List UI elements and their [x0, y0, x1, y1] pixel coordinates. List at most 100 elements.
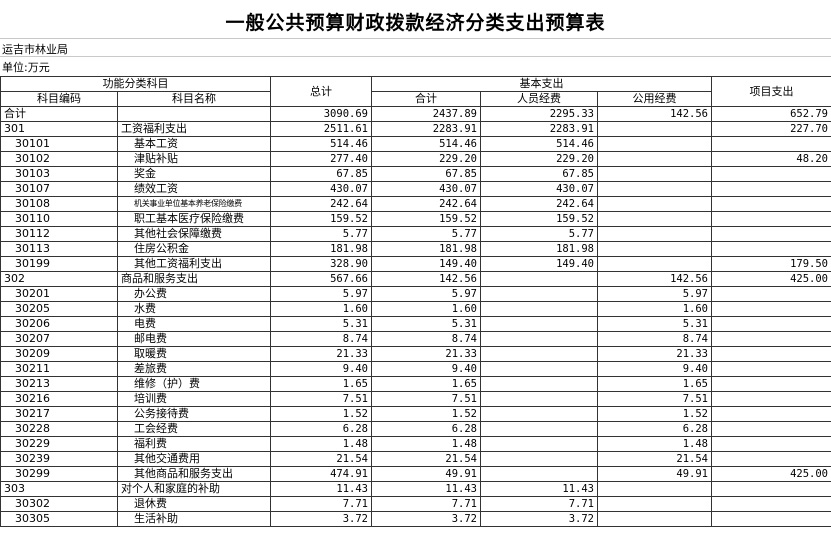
name-cell: 福利费: [117, 436, 271, 452]
table-row: 30299 其他商品和服务支出 474.91 49.91 49.91 425.00: [0, 466, 831, 482]
personnel-cell: 2295.33: [480, 106, 598, 122]
subtotal-cell: 21.33: [371, 346, 481, 362]
name-cell: 津贴补贴: [117, 151, 271, 167]
total-cell: 21.33: [270, 346, 372, 362]
public-cell: [597, 166, 712, 182]
public-cell: 1.52: [597, 406, 712, 422]
project-cell: [711, 331, 831, 347]
total-cell: 67.85: [270, 166, 372, 182]
public-cell: 142.56: [597, 271, 712, 287]
code-cell: 301: [0, 121, 118, 137]
code-cell: 30228: [0, 421, 118, 437]
total-cell: 474.91: [270, 466, 372, 482]
public-cell: 5.97: [597, 286, 712, 302]
table-row: 30205 水费 1.60 1.60 1.60: [0, 301, 831, 317]
project-cell: [711, 316, 831, 332]
project-cell: [711, 241, 831, 257]
table-row: 30228 工会经费 6.28 6.28 6.28: [0, 421, 831, 437]
public-cell: [597, 121, 712, 137]
total-cell: 277.40: [270, 151, 372, 167]
personnel-cell: 67.85: [480, 166, 598, 182]
code-cell: 30217: [0, 406, 118, 422]
public-cell: 21.33: [597, 346, 712, 362]
code-cell: 30213: [0, 376, 118, 392]
project-cell: [711, 136, 831, 152]
public-cell: [597, 196, 712, 212]
subtotal-cell: 8.74: [371, 331, 481, 347]
subtotal-cell: 514.46: [371, 136, 481, 152]
subtotal-cell: 49.91: [371, 466, 481, 482]
subtotal-cell: 67.85: [371, 166, 481, 182]
table-row: 30239 其他交通费用 21.54 21.54 21.54: [0, 451, 831, 467]
name-cell: 其他商品和服务支出: [117, 466, 271, 482]
name-cell: 职工基本医疗保险缴费: [117, 211, 271, 227]
code-cell: 303: [0, 481, 118, 497]
name-cell: 基本工资: [117, 136, 271, 152]
total-cell: 430.07: [270, 181, 372, 197]
code-cell: 30239: [0, 451, 118, 467]
code-cell: 30206: [0, 316, 118, 332]
public-cell: [597, 481, 712, 497]
code-cell: 30113: [0, 241, 118, 257]
total-cell: 3090.69: [270, 106, 372, 122]
code-cell: 30103: [0, 166, 118, 182]
project-cell: 425.00: [711, 271, 831, 287]
total-cell: 5.77: [270, 226, 372, 242]
subtotal-cell: 7.71: [371, 496, 481, 512]
table-row: 30101 基本工资 514.46 514.46 514.46: [0, 136, 831, 152]
code-cell: 30205: [0, 301, 118, 317]
project-cell: [711, 301, 831, 317]
personnel-cell: [480, 391, 598, 407]
personnel-cell: 430.07: [480, 181, 598, 197]
table-row: 30207 邮电费 8.74 8.74 8.74: [0, 331, 831, 347]
subtotal-cell: 142.56: [371, 271, 481, 287]
project-cell: [711, 211, 831, 227]
name-cell: 邮电费: [117, 331, 271, 347]
total-cell: 11.43: [270, 481, 372, 497]
subtotal-cell: 6.28: [371, 421, 481, 437]
table-row: 30110 职工基本医疗保险缴费 159.52 159.52 159.52: [0, 211, 831, 227]
personnel-cell: 7.71: [480, 496, 598, 512]
project-cell: 425.00: [711, 466, 831, 482]
total-cell: 8.74: [270, 331, 372, 347]
subtotal-cell: 1.52: [371, 406, 481, 422]
code-cell: 30216: [0, 391, 118, 407]
name-cell: 取暖费: [117, 346, 271, 362]
code-cell: 30112: [0, 226, 118, 242]
personnel-cell: 2283.91: [480, 121, 598, 137]
code-cell: 合计: [0, 106, 118, 122]
total-cell: 5.31: [270, 316, 372, 332]
personnel-cell: [480, 316, 598, 332]
name-cell: 公务接待费: [117, 406, 271, 422]
subtotal-cell: 7.51: [371, 391, 481, 407]
personnel-cell: [480, 361, 598, 377]
project-cell: 48.20: [711, 151, 831, 167]
org-label: 运吉市林业局: [2, 43, 68, 56]
subtotal-cell: 242.64: [371, 196, 481, 212]
public-cell: 49.91: [597, 466, 712, 482]
table-row: 30113 住房公积金 181.98 181.98 181.98: [0, 241, 831, 257]
code-cell: 30299: [0, 466, 118, 482]
public-cell: [597, 181, 712, 197]
project-cell: 227.70: [711, 121, 831, 137]
total-cell: 2511.61: [270, 121, 372, 137]
name-cell: 对个人和家庭的补助: [117, 481, 271, 497]
public-cell: [597, 496, 712, 512]
name-cell: 电费: [117, 316, 271, 332]
header-code: 科目编码: [0, 91, 118, 107]
header-row-2: 科目编码 科目名称 合计 人员经费 公用经费: [0, 91, 831, 107]
table-row: 30206 电费 5.31 5.31 5.31: [0, 316, 831, 332]
personnel-cell: [480, 436, 598, 452]
personnel-cell: 3.72: [480, 511, 598, 527]
unit-label: 单位:万元: [2, 61, 50, 74]
name-cell: 水费: [117, 301, 271, 317]
header-total: 总计: [270, 76, 372, 107]
project-cell: 179.50: [711, 256, 831, 272]
name-cell: 商品和服务支出: [117, 271, 271, 287]
table-row: 30211 差旅费 9.40 9.40 9.40: [0, 361, 831, 377]
project-cell: [711, 226, 831, 242]
project-cell: [711, 391, 831, 407]
personnel-cell: 149.40: [480, 256, 598, 272]
project-cell: [711, 451, 831, 467]
subtotal-cell: 229.20: [371, 151, 481, 167]
